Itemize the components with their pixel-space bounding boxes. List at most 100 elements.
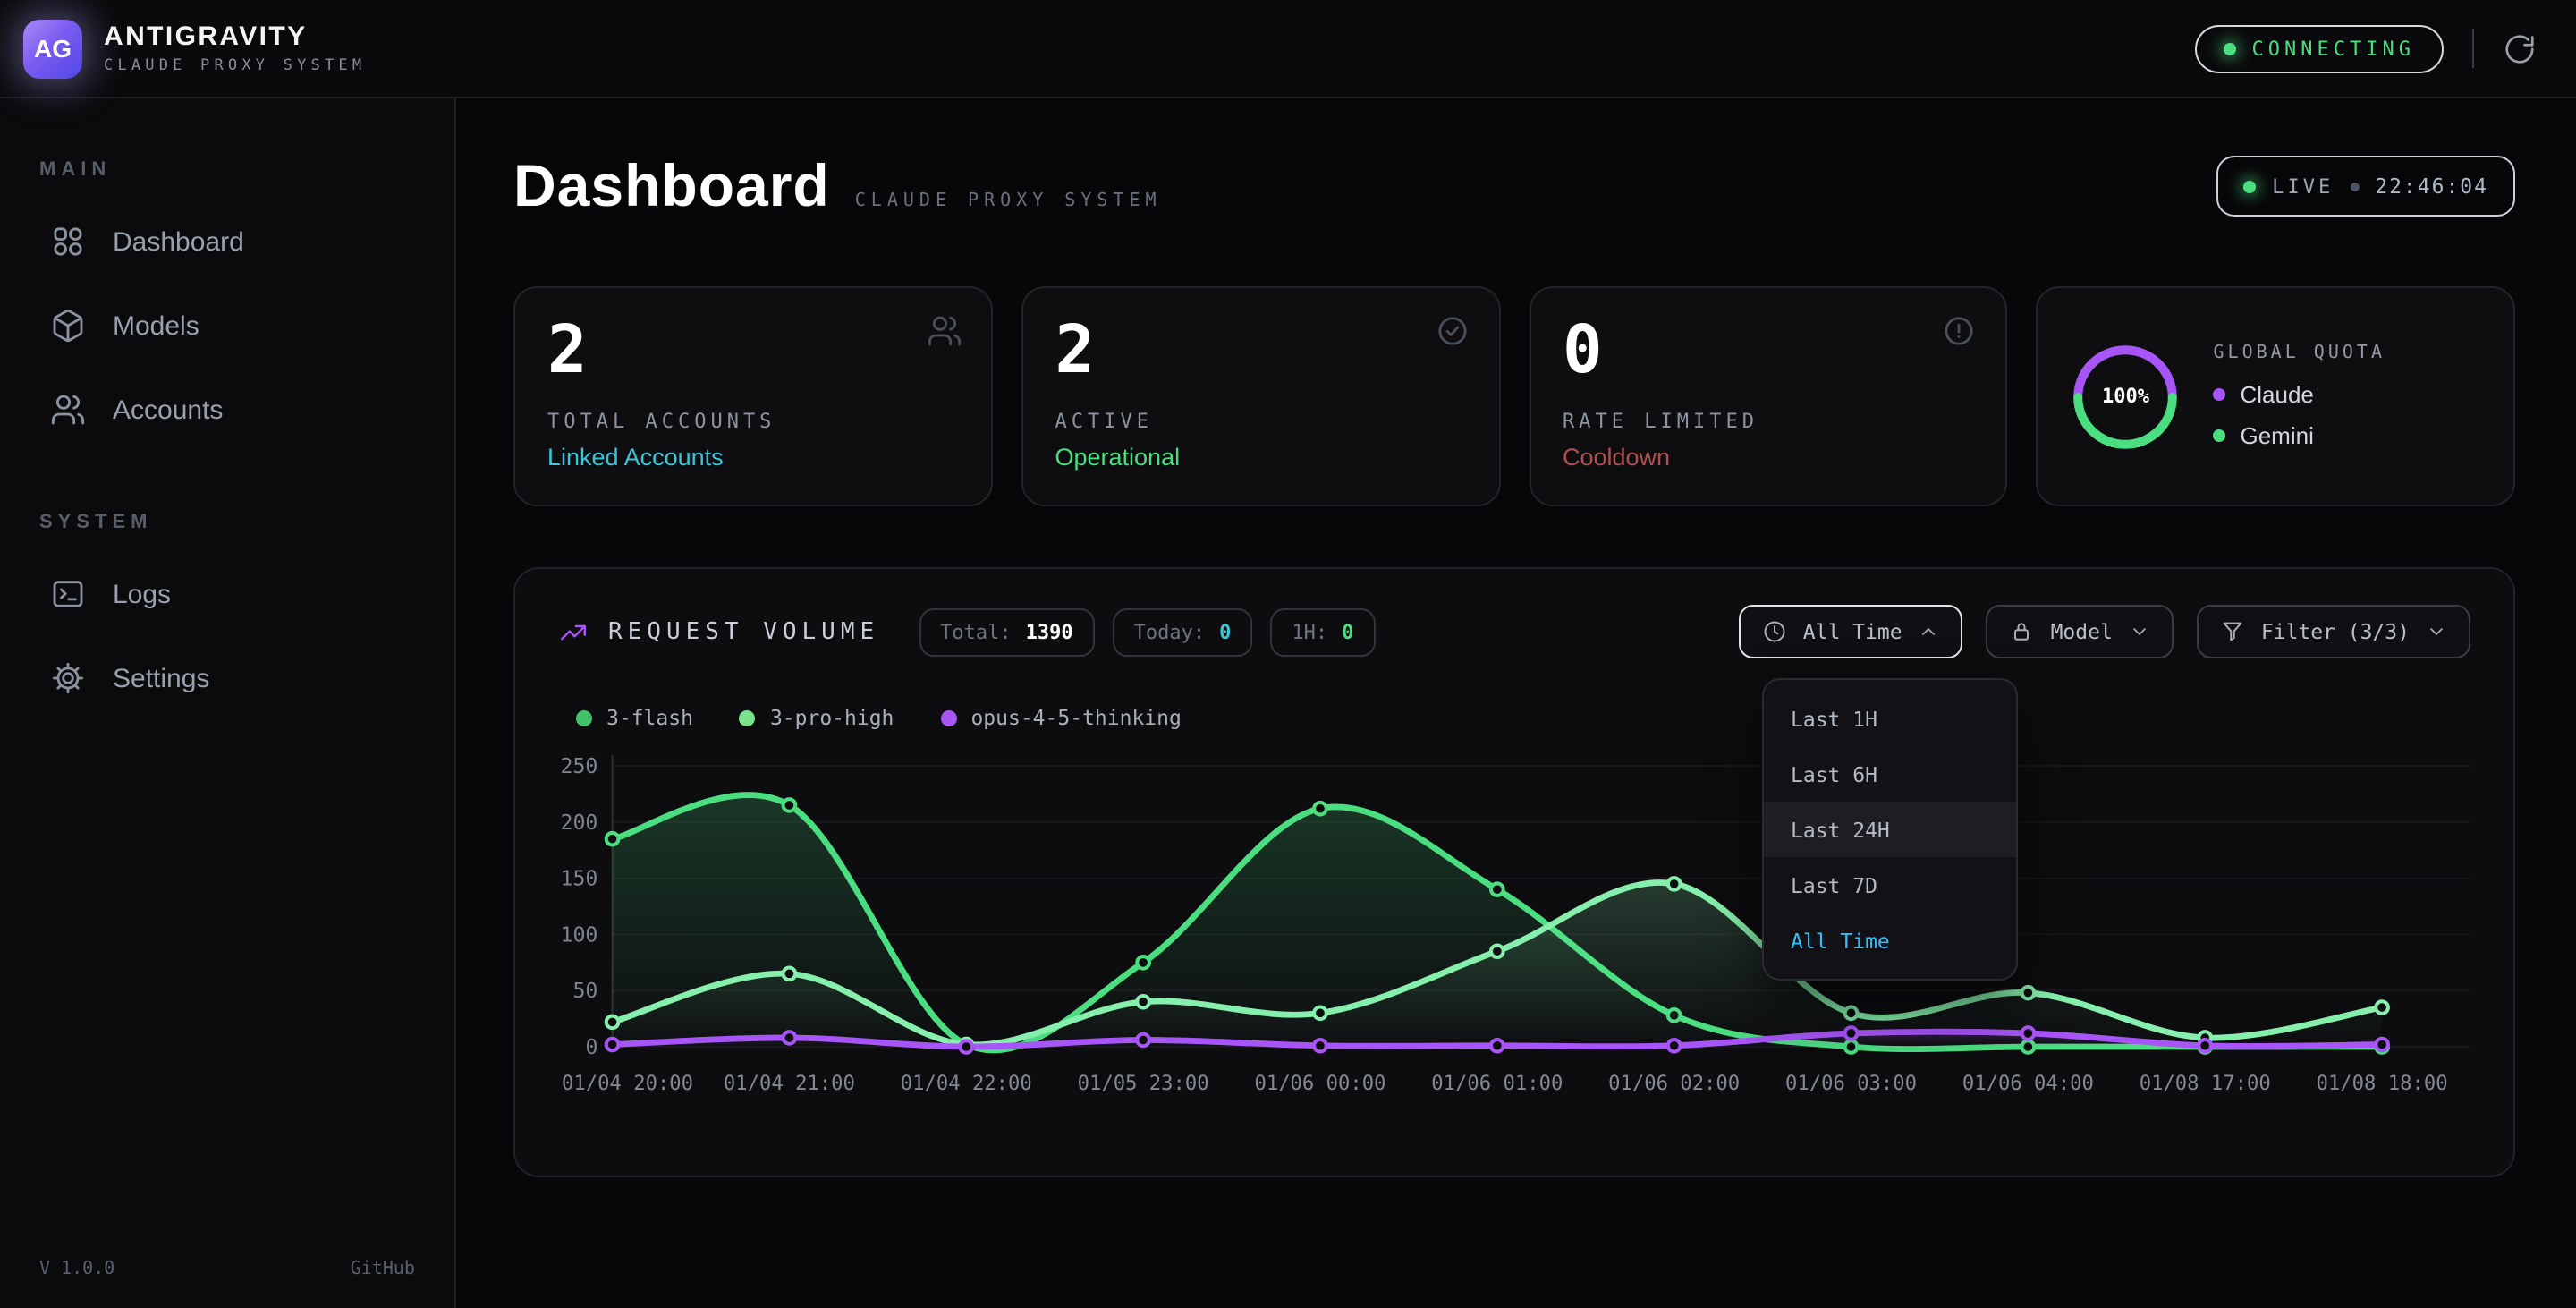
- quota-item-label: Gemini: [2241, 422, 2314, 449]
- stat-value: 2: [547, 315, 959, 387]
- request-volume-panel: REQUEST VOLUME Total: 1390 Today: 0 1H: …: [513, 567, 2515, 1177]
- svg-text:01/06 02:00: 01/06 02:00: [1608, 1072, 1740, 1095]
- svg-text:01/04 20:00: 01/04 20:00: [562, 1072, 693, 1095]
- page-title: Dashboard: [513, 152, 830, 220]
- gear-icon: [50, 660, 86, 696]
- legend-label: 3-pro-high: [770, 705, 894, 730]
- series-dot-icon: [576, 709, 592, 726]
- quota-item-claude: Claude: [2214, 381, 2386, 408]
- chevron-up-icon: [1919, 621, 1940, 642]
- svg-text:01/08 18:00: 01/08 18:00: [2317, 1072, 2448, 1095]
- app-root: AG ANTIGRAVITY CLAUDE PROXY SYSTEM CONNE…: [0, 0, 2576, 1308]
- sidebar-section-system: SYSTEM: [39, 512, 422, 533]
- stat-label: RATE LIMITED: [1563, 409, 1974, 432]
- brand: AG ANTIGRAVITY CLAUDE PROXY SYSTEM: [23, 19, 366, 78]
- badge-label: Today:: [1134, 620, 1206, 643]
- menu-item-last-1h[interactable]: Last 1H: [1764, 691, 2016, 746]
- gemini-dot-icon: [2214, 429, 2226, 442]
- series-dot-icon: [740, 709, 756, 726]
- claude-dot-icon: [2214, 388, 2226, 401]
- svg-text:01/06 01:00: 01/06 01:00: [1431, 1072, 1563, 1095]
- app-logo: AG: [23, 19, 82, 78]
- badge-value: 1390: [1026, 620, 1073, 643]
- main-content: Dashboard CLAUDE PROXY SYSTEM LIVE 22:46…: [456, 98, 2576, 1308]
- panel-title: REQUEST VOLUME: [608, 618, 879, 645]
- quota-donut: 100%: [2071, 341, 2182, 452]
- time-range-button[interactable]: All Time: [1739, 605, 1963, 658]
- svg-text:01/04 21:00: 01/04 21:00: [724, 1072, 855, 1095]
- sidebar-item-label: Settings: [113, 663, 209, 693]
- svg-text:01/04 22:00: 01/04 22:00: [901, 1072, 1032, 1095]
- svg-text:01/06 04:00: 01/06 04:00: [1962, 1072, 2094, 1095]
- quota-label: GLOBAL QUOTA: [2214, 344, 2386, 363]
- stat-sublabel: Operational: [1055, 443, 1467, 470]
- svg-text:01/08 17:00: 01/08 17:00: [2140, 1072, 2271, 1095]
- global-quota-card: 100% GLOBAL QUOTA Claude Gemini: [2037, 286, 2516, 506]
- menu-item-all-time[interactable]: All Time: [1764, 913, 2016, 968]
- menu-item-last-6h[interactable]: Last 6H: [1764, 746, 2016, 802]
- sidebar-item-accounts[interactable]: Accounts: [32, 374, 422, 446]
- volume-chart-svg: 0 50 100 150 200 250 01/04 20:00 01/04 21:00 01/…: [558, 748, 2470, 1124]
- chevron-down-icon: [2129, 621, 2150, 642]
- svg-text:150: 150: [561, 868, 598, 891]
- total-badge: Total: 1390: [919, 607, 1095, 656]
- status-dot-icon: [2224, 42, 2236, 55]
- menu-item-last-24h[interactable]: Last 24H: [1764, 802, 2016, 857]
- users-icon: [927, 313, 962, 349]
- model-button-label: Model: [2051, 619, 2113, 644]
- connection-status-text: CONNECTING: [2252, 37, 2415, 60]
- stat-card-rate-limited: 0 RATE LIMITED Cooldown: [1529, 286, 2008, 506]
- svg-text:01/05 23:00: 01/05 23:00: [1078, 1072, 1209, 1095]
- live-badge: LIVE 22:46:04: [2216, 156, 2515, 217]
- badge-label: Total:: [940, 620, 1012, 643]
- filter-button[interactable]: Filter (3/3): [2197, 605, 2470, 658]
- svg-text:50: 50: [572, 980, 597, 1003]
- stat-card-total-accounts: 2 TOTAL ACCOUNTS Linked Accounts: [513, 286, 993, 506]
- app-subtitle: CLAUDE PROXY SYSTEM: [104, 57, 366, 75]
- stat-sublabel: Linked Accounts: [547, 443, 959, 470]
- alert-circle-icon: [1942, 313, 1978, 349]
- stat-value: 2: [1055, 315, 1467, 387]
- sidebar-item-dashboard[interactable]: Dashboard: [32, 206, 422, 277]
- page-subtitle: CLAUDE PROXY SYSTEM: [855, 191, 1162, 211]
- topbar: AG ANTIGRAVITY CLAUDE PROXY SYSTEM CONNE…: [0, 0, 2576, 98]
- sidebar-item-logs[interactable]: Logs: [32, 558, 422, 630]
- live-separator-dot: [2350, 182, 2359, 191]
- logo-text: AG: [34, 34, 72, 63]
- line-chart: 0 50 100 150 200 250 01/04 20:00 01/04 21:00 01/…: [558, 748, 2470, 1133]
- live-dot-icon: [2243, 180, 2256, 192]
- stat-label: TOTAL ACCOUNTS: [547, 409, 959, 432]
- legend-item: 3-flash: [576, 705, 693, 730]
- sidebar-item-settings[interactable]: Settings: [32, 642, 422, 714]
- check-circle-icon: [1434, 313, 1470, 349]
- trending-up-icon: [558, 616, 589, 647]
- quota-item-label: Claude: [2241, 381, 2314, 408]
- chart-legend: 3-flash 3-pro-high opus-4-5-thinking: [576, 705, 2470, 730]
- chevron-down-icon: [2426, 621, 2447, 642]
- github-link[interactable]: GitHub: [351, 1260, 415, 1279]
- time-range-menu: Last 1H Last 6H Last 24H Last 7D All Tim…: [1762, 678, 2018, 981]
- clock-icon: [1762, 619, 1787, 644]
- badge-value: 0: [1342, 620, 1353, 643]
- svg-text:250: 250: [561, 755, 598, 778]
- quota-percent: 100%: [2071, 341, 2182, 452]
- refresh-button[interactable]: [2503, 31, 2537, 65]
- time-range-label: All Time: [1803, 619, 1902, 644]
- badge-value: 0: [1219, 620, 1231, 643]
- sidebar-item-label: Models: [113, 310, 199, 341]
- svg-text:200: 200: [561, 811, 598, 835]
- stat-cards-row: 2 TOTAL ACCOUNTS Linked Accounts 2 ACTIV…: [513, 286, 2515, 506]
- live-clock: 22:46:04: [2375, 174, 2488, 199]
- legend-label: opus-4-5-thinking: [970, 705, 1181, 730]
- svg-text:100: 100: [561, 923, 598, 947]
- model-button[interactable]: Model: [1987, 605, 2174, 658]
- svg-text:0: 0: [585, 1036, 597, 1059]
- legend-item: opus-4-5-thinking: [940, 705, 1181, 730]
- sidebar-item-models[interactable]: Models: [32, 290, 422, 361]
- svg-text:01/06 00:00: 01/06 00:00: [1254, 1072, 1385, 1095]
- refresh-icon: [2503, 31, 2537, 65]
- menu-item-last-7d[interactable]: Last 7D: [1764, 857, 2016, 913]
- stat-sublabel: Cooldown: [1563, 443, 1974, 470]
- stat-card-active: 2 ACTIVE Operational: [1021, 286, 1501, 506]
- topbar-divider: [2472, 29, 2474, 68]
